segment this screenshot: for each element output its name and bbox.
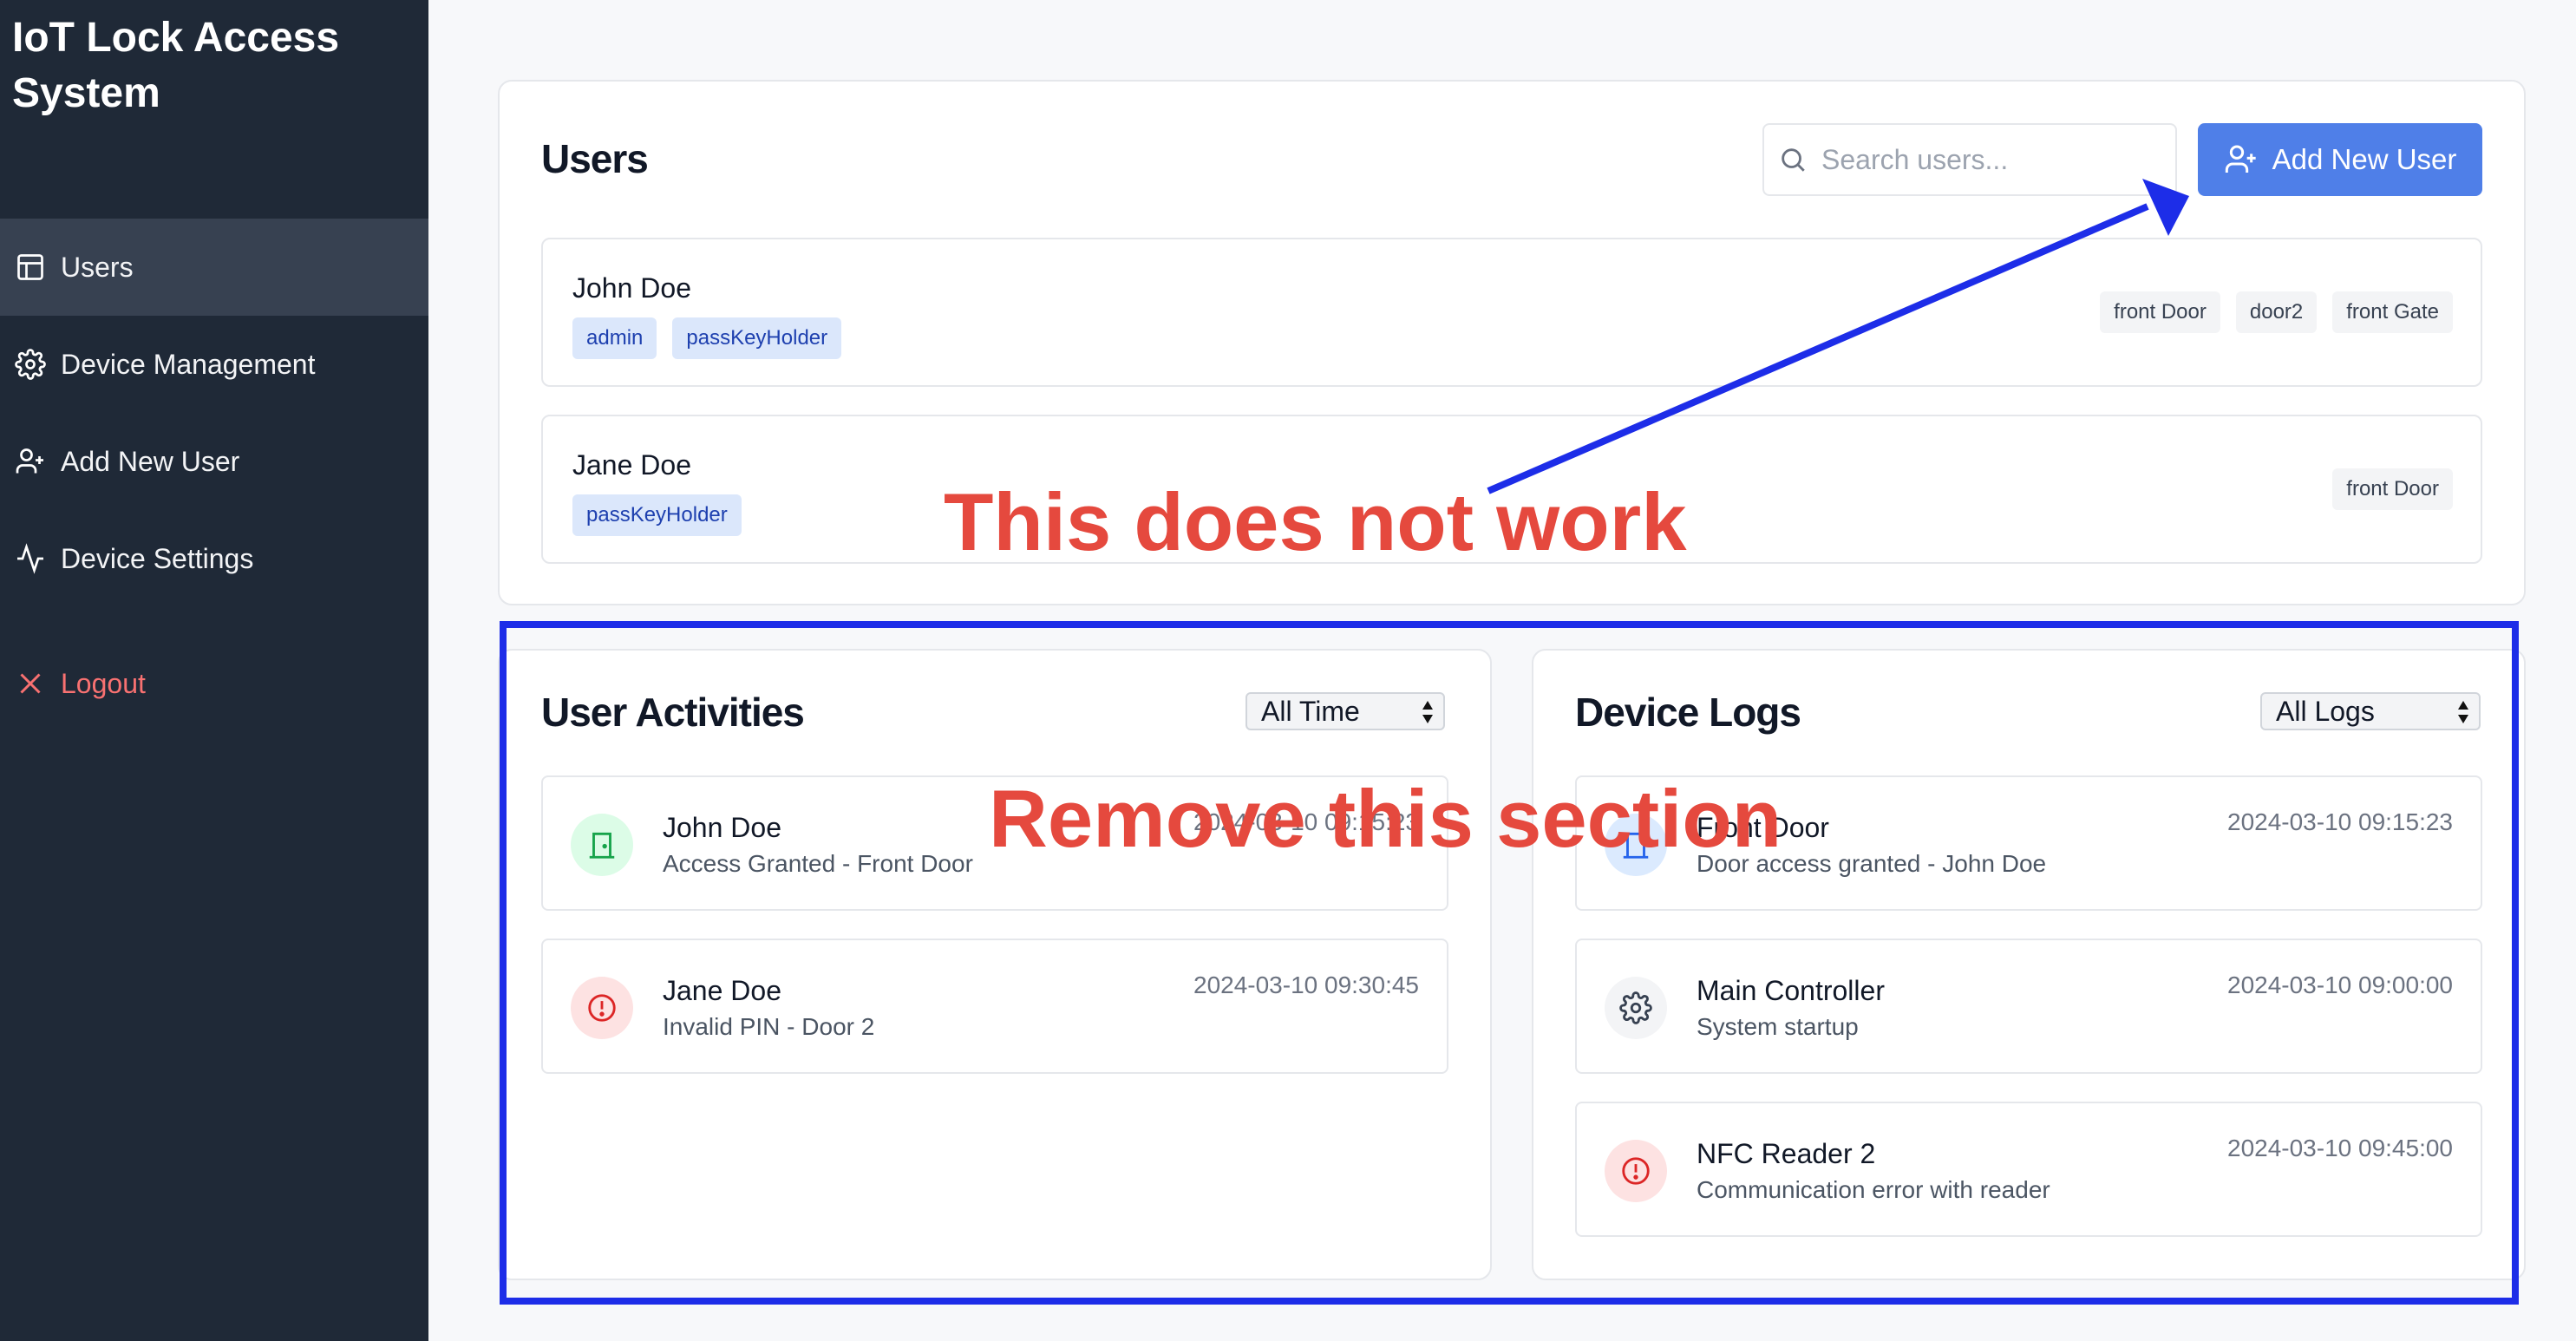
sidebar-item-device-management[interactable]: Device Management [0, 316, 428, 413]
door-tag: front Door [2332, 468, 2453, 510]
sidebar-item-label: Device Settings [61, 542, 254, 574]
sidebar-item-add-new-user[interactable]: Add New User [0, 413, 428, 510]
search-icon [1782, 148, 1805, 172]
annotation-note: Remove this section [989, 773, 1782, 864]
user-plus-icon [2225, 145, 2256, 173]
role-tag: admin [572, 317, 657, 359]
activity-icon [14, 542, 47, 575]
table-icon [14, 251, 47, 284]
sidebar-item-label: Logout [61, 667, 146, 699]
sidebar-item-device-settings[interactable]: Device Settings [0, 510, 428, 607]
close-icon [14, 667, 47, 700]
annotation-note: This does not work [944, 476, 1687, 567]
search-input[interactable] [1820, 142, 2153, 177]
user-row[interactable]: John Doe admin passKeyHolder front Door … [541, 238, 2482, 387]
user-name: Jane Doe [572, 449, 691, 481]
page-title: Users [541, 136, 649, 181]
user-plus-icon [14, 445, 47, 478]
role-tag: passKeyHolder [572, 494, 742, 536]
annotation-highlight-box [500, 621, 2519, 1305]
app-title: IoT Lock Access System [12, 15, 340, 116]
sidebar-item-users[interactable]: Users [0, 219, 428, 316]
sidebar-item-logout[interactable]: Logout [0, 635, 428, 732]
add-user-button[interactable]: Add New User [2198, 123, 2482, 196]
door-tag: door2 [2235, 291, 2318, 333]
gear-icon [14, 348, 47, 381]
sidebar-item-label: Add New User [61, 445, 240, 477]
door-tag: front Gate [2332, 291, 2453, 333]
sidebar-item-label: Users [61, 251, 134, 283]
door-tag: front Door [2100, 291, 2220, 333]
role-tag: passKeyHolder [672, 317, 842, 359]
add-user-button-label: Add New User [2272, 143, 2457, 175]
sidebar: IoT Lock Access System Users Device Mana… [0, 0, 428, 1341]
user-name: John Doe [572, 272, 691, 304]
sidebar-item-label: Device Management [61, 348, 316, 380]
search-box[interactable] [1762, 123, 2177, 196]
